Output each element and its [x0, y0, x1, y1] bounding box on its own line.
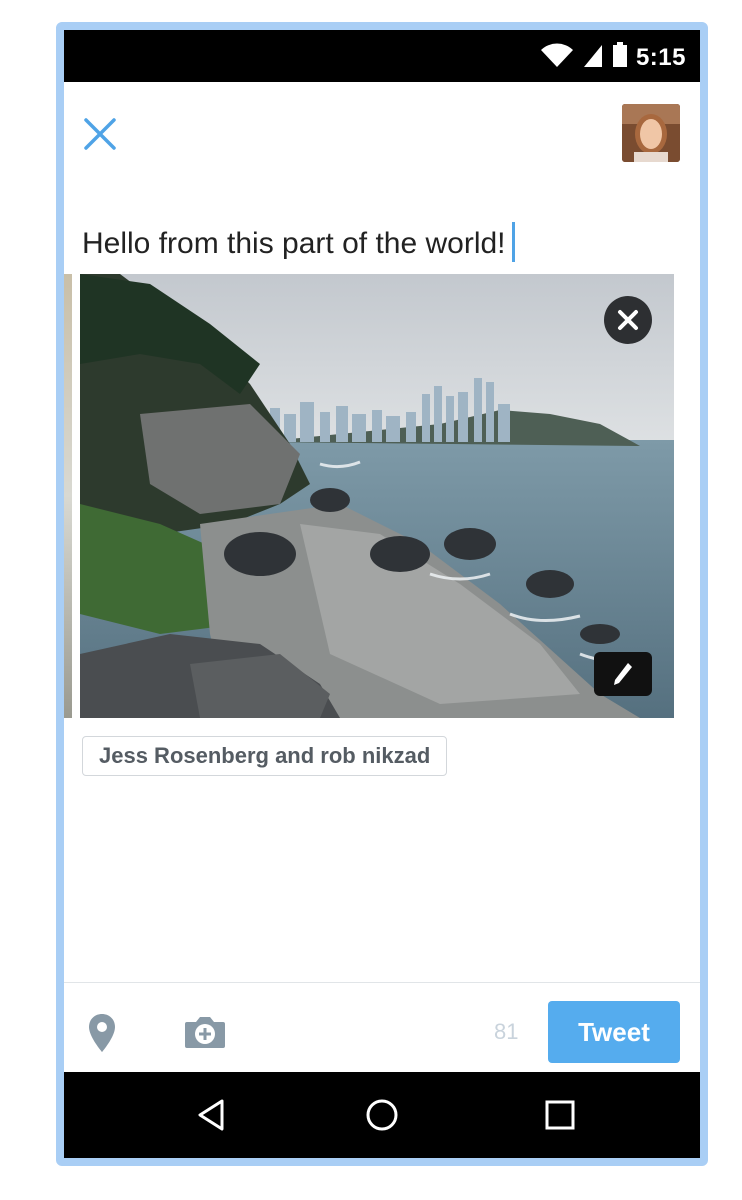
- back-icon[interactable]: [192, 1095, 232, 1135]
- close-icon[interactable]: [82, 116, 118, 152]
- previous-photo-edge[interactable]: [64, 274, 72, 718]
- tweet-button[interactable]: Tweet: [548, 1001, 680, 1063]
- camera-add-icon[interactable]: [184, 1015, 226, 1049]
- status-time: 5:15: [635, 43, 686, 71]
- battery-icon: [612, 42, 628, 73]
- tagged-people-chip[interactable]: Jess Rosenberg and rob nikzad: [82, 736, 448, 776]
- phone-frame: 5:15 Hello from this part of the world!: [56, 22, 708, 1166]
- attached-photo[interactable]: [80, 274, 674, 718]
- home-icon[interactable]: [362, 1095, 402, 1135]
- edit-photo-button[interactable]: [594, 652, 652, 696]
- pencil-icon: [614, 663, 632, 685]
- character-count: 81: [494, 1019, 519, 1044]
- remove-photo-button[interactable]: [604, 296, 652, 344]
- tweet-text: Hello from this part of the world!: [82, 227, 506, 260]
- cell-signal-icon: [582, 42, 604, 73]
- android-nav-bar: [64, 1072, 700, 1158]
- close-circle-icon: [618, 310, 638, 330]
- compose-header: [64, 82, 700, 182]
- tweet-text-input[interactable]: Hello from this part of the world!: [82, 222, 515, 262]
- avatar[interactable]: [622, 104, 680, 162]
- location-pin-icon[interactable]: [88, 1013, 116, 1053]
- status-bar: 5:15: [64, 30, 700, 82]
- recents-icon[interactable]: [540, 1095, 580, 1135]
- wifi-icon: [540, 42, 574, 73]
- text-cursor: [511, 222, 515, 262]
- compose-toolbar: 81 Tweet: [64, 983, 700, 1081]
